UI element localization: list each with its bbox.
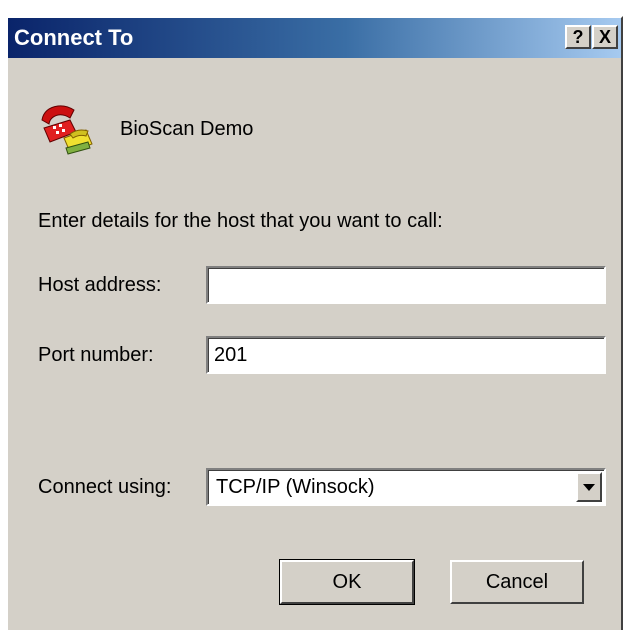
connection-name: BioScan Demo — [120, 118, 254, 140]
close-button[interactable]: X — [592, 25, 618, 49]
connect-using-label: Connect using: — [38, 476, 172, 498]
title-bar[interactable]: Connect To ? X — [8, 18, 621, 58]
connect-to-dialog: Connect To ? X BioScan Demo Enter detail… — [6, 16, 623, 630]
connect-using-value: TCP/IP (Winsock) — [216, 476, 375, 498]
host-address-label: Host address: — [38, 274, 162, 296]
ok-button[interactable]: OK — [279, 559, 415, 605]
help-button[interactable]: ? — [565, 25, 591, 49]
dialog-title: Connect To — [14, 25, 134, 50]
chevron-down-icon — [583, 483, 595, 491]
telephone-connection-icon — [41, 105, 93, 155]
instructions-text: Enter details for the host that you want… — [38, 210, 443, 232]
cancel-button[interactable]: Cancel — [450, 560, 584, 604]
port-number-label: Port number: — [38, 344, 154, 366]
port-number-input[interactable] — [206, 336, 606, 374]
connect-using-select[interactable]: TCP/IP (Winsock) — [206, 468, 606, 506]
host-address-input[interactable] — [206, 266, 606, 304]
dropdown-button[interactable] — [576, 472, 602, 502]
